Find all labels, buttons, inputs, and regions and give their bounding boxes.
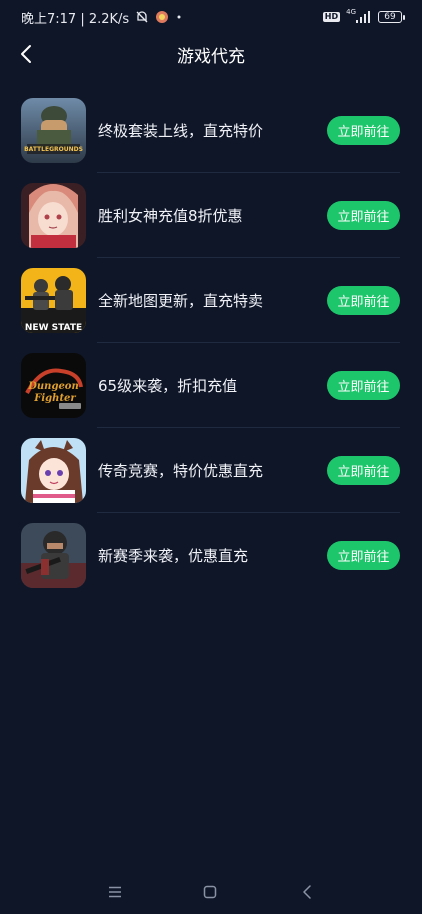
home-square-icon: [203, 885, 217, 899]
list-item[interactable]: 胜利女神充值8折优惠 立即前往: [0, 173, 422, 258]
pubg-new-state-icon: NEW STATE: [21, 268, 86, 333]
status-right: HD 4G 69: [322, 8, 405, 23]
go-button[interactable]: 立即前往: [327, 286, 400, 315]
go-button[interactable]: 立即前往: [327, 201, 400, 230]
hd-badge: HD: [322, 12, 341, 22]
app-bar: 游戏代充: [0, 34, 422, 74]
svg-text:BATTLEGROUNDS: BATTLEGROUNDS: [24, 146, 83, 153]
network-type: 4G: [346, 8, 356, 16]
game-list: BATTLEGROUNDS 终极套装上线，直充特价 立即前往 胜利女神充值8折优…: [0, 88, 422, 598]
umamusume-icon: [21, 438, 86, 503]
status-bar: 晚上7:17 | 2.2K/s HD 4G 69: [0, 0, 422, 34]
menu-icon: [109, 886, 121, 898]
svg-text:Dungeon: Dungeon: [27, 381, 79, 392]
notification-muted-icon: [135, 10, 149, 24]
dot-icon: [175, 13, 183, 21]
system-nav-bar: [0, 870, 422, 914]
back-button[interactable]: [10, 38, 42, 70]
go-button[interactable]: 立即前往: [327, 116, 400, 145]
go-button[interactable]: 立即前往: [327, 541, 400, 570]
battery-icon: 69: [378, 11, 405, 23]
list-item[interactable]: Dungeon Fighter 65级来袭，折扣充值 立即前往: [0, 343, 422, 428]
goddess-of-victory-icon: [21, 183, 86, 248]
menu-button[interactable]: [103, 880, 127, 904]
list-item[interactable]: NEW STATE 全新地图更新，直充特卖 立即前往: [0, 258, 422, 343]
status-time: 晚上7:17 | 2.2K/s: [21, 11, 130, 27]
list-item[interactable]: BATTLEGROUNDS 终极套装上线，直充特价 立即前往: [0, 88, 422, 173]
nav-back-button[interactable]: [295, 880, 319, 904]
list-item[interactable]: 新赛季来袭，优惠直充 立即前往: [0, 513, 422, 598]
go-button[interactable]: 立即前往: [327, 371, 400, 400]
page-title: 游戏代充: [177, 46, 245, 67]
app-notification-icon: [155, 10, 169, 24]
list-item[interactable]: 传奇竞赛，特价优惠直充 立即前往: [0, 428, 422, 513]
go-button[interactable]: 立即前往: [327, 456, 400, 485]
pubg-battlegrounds-icon: BATTLEGROUNDS: [21, 98, 86, 163]
signal-icon: 4G: [346, 8, 372, 23]
status-left: 晚上7:17 | 2.2K/s: [21, 8, 183, 27]
chevron-left-icon: [303, 885, 311, 899]
dungeon-fighter-icon: Dungeon Fighter: [21, 353, 86, 418]
svg-text:Fighter: Fighter: [33, 393, 76, 404]
chevron-left-icon: [21, 45, 31, 63]
svg-text:NEW STATE: NEW STATE: [25, 323, 82, 333]
tactical-shooter-icon: [21, 523, 86, 588]
home-button[interactable]: [198, 880, 222, 904]
